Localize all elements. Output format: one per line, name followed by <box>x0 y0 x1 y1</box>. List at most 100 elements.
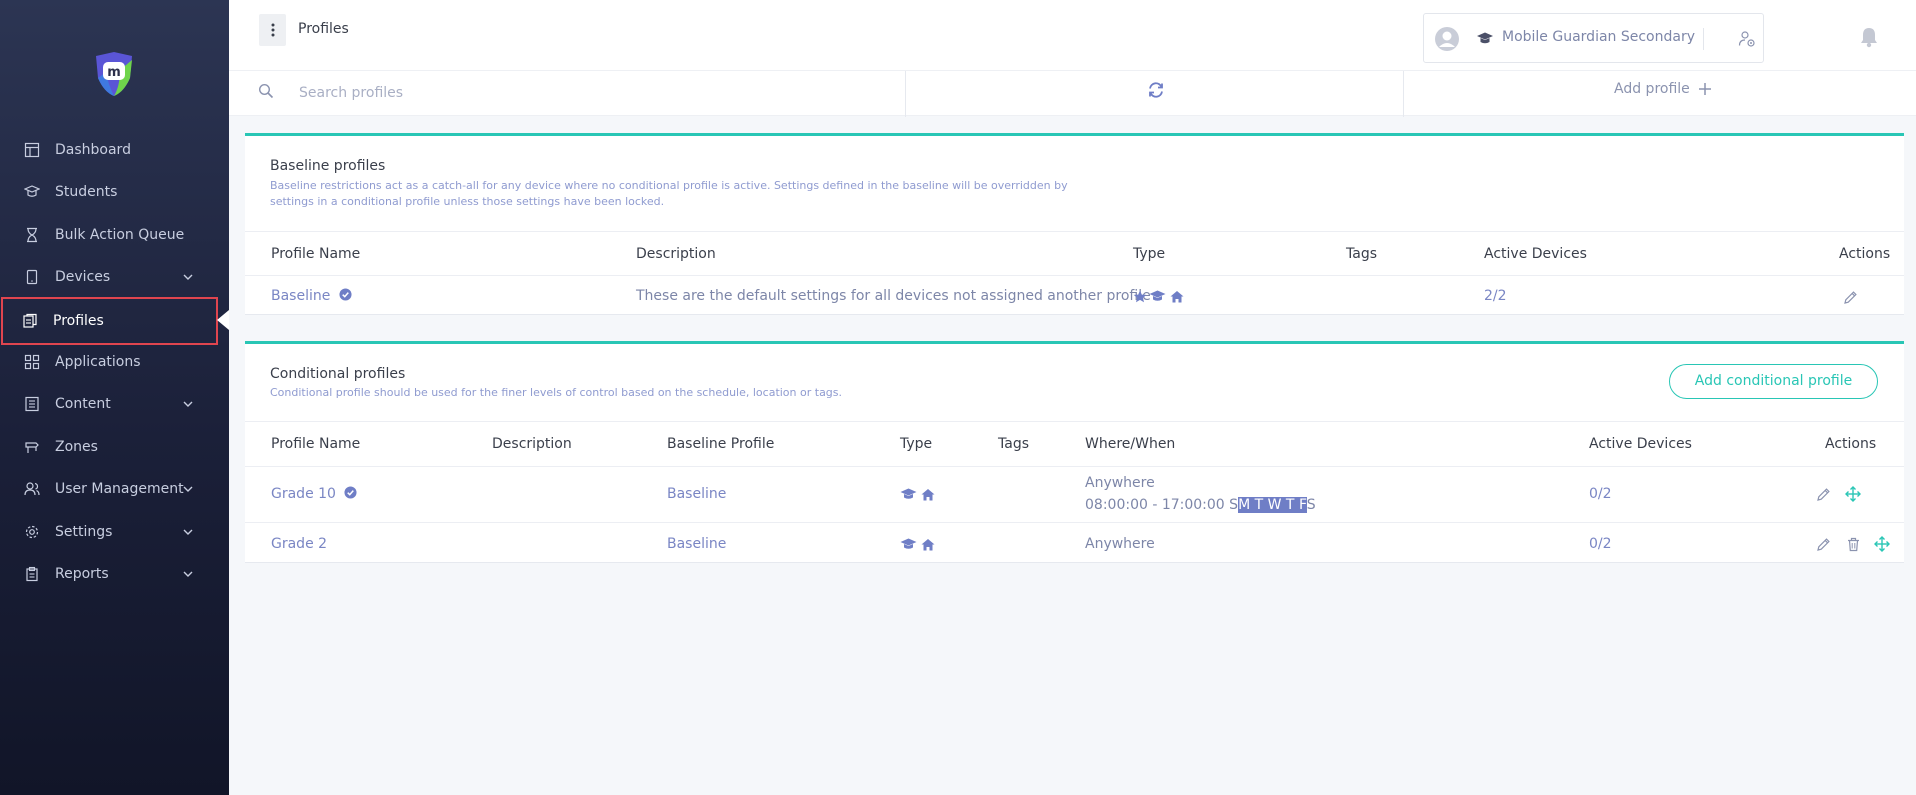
profile-name: Baseline <box>271 288 331 304</box>
sidebar-item-zones[interactable]: Zones <box>0 426 229 468</box>
chevron-down-icon[interactable] <box>183 272 193 282</box>
mobile-guardian-logo[interactable]: m <box>90 50 138 98</box>
column-header[interactable]: Description <box>492 436 572 452</box>
profile-name-link[interactable]: Grade 10 <box>271 486 357 502</box>
active-indicator <box>217 310 229 330</box>
sidebar: m Dashboard Students Bulk Action Queue D… <box>0 0 229 795</box>
move-arrows-icon[interactable] <box>1874 536 1890 552</box>
search-icon <box>258 83 274 99</box>
sidebar-item-label: Reports <box>55 566 109 582</box>
active-devices-count[interactable]: 0/2 <box>1589 536 1612 552</box>
divider <box>1703 28 1704 50</box>
chevron-down-icon[interactable] <box>183 399 193 409</box>
column-header[interactable]: Description <box>636 246 716 262</box>
students-icon <box>24 185 40 197</box>
active-devices-count[interactable]: 2/2 <box>1484 288 1507 304</box>
edit-pencil-icon[interactable] <box>1843 290 1858 305</box>
sidebar-item-user-management[interactable]: User Management <box>0 468 229 510</box>
dashboard-icon <box>24 142 40 158</box>
column-header[interactable]: Tags <box>1346 246 1377 262</box>
move-arrows-icon[interactable] <box>1845 486 1861 502</box>
user-settings-icon[interactable] <box>1738 30 1756 48</box>
schedule-time: 08:00:00 - 17:00:00 <box>1085 497 1225 513</box>
column-header[interactable]: Active Devices <box>1484 246 1587 262</box>
search-toolbar: Add profile <box>229 70 1916 117</box>
sidebar-item-students[interactable]: Students <box>0 171 229 213</box>
chevron-down-icon[interactable] <box>183 484 193 494</box>
page-title: Profiles <box>298 21 349 37</box>
trash-icon[interactable] <box>1846 537 1861 552</box>
plus-icon <box>1698 83 1711 95</box>
profile-name-link[interactable]: Baseline <box>271 288 352 304</box>
column-header: Actions <box>1839 246 1891 262</box>
sidebar-item-label: Dashboard <box>55 142 131 158</box>
chevron-down-icon[interactable] <box>183 527 193 537</box>
baseline-profile-link[interactable]: Baseline <box>667 486 726 502</box>
sidebar-item-applications[interactable]: Applications <box>0 341 229 383</box>
search-input[interactable] <box>299 79 859 107</box>
avatar[interactable] <box>1434 26 1460 52</box>
sidebar-item-label: Devices <box>55 269 111 285</box>
card-title: Baseline profiles <box>270 158 386 174</box>
sidebar-item-label: Applications <box>55 354 141 370</box>
sidebar-item-dashboard[interactable]: Dashboard <box>0 129 229 171</box>
day-friday: F <box>1298 497 1307 513</box>
day-wednesday: W <box>1267 497 1282 513</box>
profile-name-link[interactable]: Grade 2 <box>271 536 327 552</box>
home-icon <box>921 539 935 551</box>
kebab-icon <box>271 23 274 37</box>
column-header[interactable]: Profile Name <box>271 246 360 262</box>
org-name: Mobile Guardian Secondary <box>1502 29 1696 45</box>
profile-name: Grade 10 <box>271 486 336 502</box>
active-devices-count[interactable]: 0/2 <box>1589 486 1612 502</box>
profile-description: These are the default settings for all d… <box>636 288 1151 304</box>
add-profile-label: Add profile <box>1614 81 1690 97</box>
sidebar-item-bulk-action-queue[interactable]: Bulk Action Queue <box>0 214 229 256</box>
add-conditional-profile-button[interactable]: Add conditional profile <box>1669 364 1878 399</box>
device-icon <box>26 269 38 285</box>
refresh-icon[interactable] <box>1147 81 1165 99</box>
verified-check-icon <box>339 288 352 301</box>
top-header: Profiles Mobile Guardian Secondary <box>229 0 1916 70</box>
divider <box>245 522 1904 523</box>
home-icon <box>921 489 935 501</box>
star-icon <box>1133 290 1147 303</box>
sidebar-item-settings[interactable]: Settings <box>0 511 229 553</box>
sidebar-item-label: Settings <box>55 524 113 540</box>
graduation-cap-icon <box>900 538 917 549</box>
sidebar-item-label: Content <box>55 396 111 412</box>
add-profile-button[interactable]: Add profile <box>1614 81 1712 97</box>
users-icon <box>24 482 40 496</box>
column-header[interactable]: Baseline Profile <box>667 436 774 452</box>
graduation-cap-icon <box>900 488 917 499</box>
baseline-profile-link[interactable]: Baseline <box>667 536 726 552</box>
sidebar-item-devices[interactable]: Devices <box>0 256 229 298</box>
column-header[interactable]: Active Devices <box>1589 436 1692 452</box>
sidebar-item-profiles[interactable]: Profiles <box>1 297 218 345</box>
column-header[interactable]: Type <box>1133 246 1165 262</box>
graduation-cap-icon <box>1477 32 1493 44</box>
divider <box>245 421 1904 422</box>
divider <box>245 466 1904 467</box>
column-header[interactable]: Profile Name <box>271 436 360 452</box>
chevron-down-icon[interactable] <box>183 569 193 579</box>
content-icon <box>25 396 39 412</box>
sidebar-item-reports[interactable]: Reports <box>0 553 229 595</box>
org-switcher[interactable]: Mobile Guardian Secondary <box>1423 13 1764 63</box>
edit-pencil-icon[interactable] <box>1816 537 1831 552</box>
graduation-cap-icon <box>1149 290 1166 301</box>
column-header[interactable]: Where/When <box>1085 436 1175 452</box>
column-header[interactable]: Type <box>900 436 932 452</box>
notification-bell-icon[interactable] <box>1859 26 1879 48</box>
card-title: Conditional profiles <box>270 366 406 382</box>
column-header[interactable]: Tags <box>998 436 1029 452</box>
menu-toggle-button[interactable] <box>259 14 286 46</box>
hourglass-icon <box>27 227 37 243</box>
selected-days: M T W T F <box>1238 497 1307 513</box>
schedule: 08:00:00 - 17:00:00 SM T W T FS <box>1085 497 1316 513</box>
edit-pencil-icon[interactable] <box>1816 487 1831 502</box>
day-monday: M <box>1238 497 1251 513</box>
sidebar-item-label: Zones <box>55 439 98 455</box>
divider <box>245 275 1904 276</box>
sidebar-item-content[interactable]: Content <box>0 383 229 425</box>
